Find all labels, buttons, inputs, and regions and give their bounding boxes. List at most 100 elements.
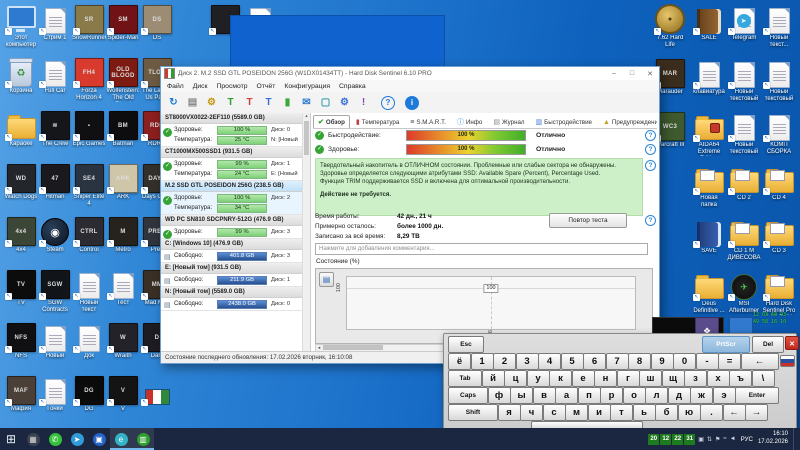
desktop-icon-новый-текстовый-[interactable]: ↖Новый текстовый ... [727,111,761,156]
tab-температура[interactable]: ▮Температура [351,115,404,128]
key-с[interactable]: с [543,404,566,421]
key-д[interactable]: д [668,387,691,404]
key-←[interactable]: ← [741,353,779,370]
menu-item-файл[interactable]: Файл [167,83,184,90]
info-icon[interactable]: i [405,96,419,110]
desktop-icon-v[interactable]: V↖V [106,375,140,413]
key-.[interactable]: . [700,404,723,421]
help-icon[interactable]: ? [381,96,395,110]
battery-icon[interactable]: ▮ [280,95,295,110]
key-ц[interactable]: ц [504,370,527,387]
desktop-icon-wolfenstein-the-old-blood[interactable]: OLD BLOOD↖Wolfenstein: The Old Blood [106,57,140,102]
key-9[interactable]: 9 [651,353,674,370]
refresh-icon[interactable]: ↻ [166,95,181,110]
desktop-icon-cd-1-м-дивесова[interactable]: ↖CD 1 М ДИВЕСОВА [727,217,761,262]
key-и[interactable]: и [588,404,611,421]
key-=[interactable]: = [718,353,741,370]
maximize-button[interactable]: □ [626,70,638,78]
key-г[interactable]: г [617,370,640,387]
key-о[interactable]: о [623,387,646,404]
alert-icon[interactable]: ! [356,95,371,110]
gear-yellow-icon[interactable]: ⚙ [204,95,219,110]
key-а[interactable]: а [555,387,578,404]
desktop-icon-караоке[interactable]: ↖Караоке [4,110,38,148]
hds-app[interactable]: ▥ [132,428,154,450]
key-н[interactable]: н [594,370,617,387]
desktop-icon-aida64-extreme-edition[interactable]: ↖AIDA64 Extreme Edition [692,111,726,156]
menu-item-конфигурация[interactable]: Конфигурация [284,83,330,90]
tab-s-m-a-r-t-[interactable]: ≡S.M.A.R.T. [405,115,451,128]
key-т[interactable]: т [610,404,633,421]
desktop-icon-sniper-elite-4[interactable]: SE4↖Sniper Elite 4 [72,163,106,208]
desktop-icon-7-62-hard-life[interactable]: ●↖7.62 Hard Life [653,4,687,49]
minimize-button[interactable]: – [608,70,620,78]
help-icon[interactable]: ? [645,160,656,171]
key-enter[interactable]: Enter [735,387,779,404]
key-м[interactable]: м [565,404,588,421]
desktop-icon-ds[interactable]: DS↖DS [140,4,174,42]
key-ё[interactable]: ё [448,353,471,370]
desktop-icon-hitman[interactable]: 47↖Hitman [38,163,72,201]
desktop-icon-deus-definitive-[interactable]: ↖Deus Definitive ... [692,270,726,315]
desktop-icon-unnamed[interactable]: ↖ [140,375,174,406]
desktop-icon-новый-текст-[interactable]: ↖Новый текст... [762,4,796,49]
background-blue-window[interactable] [230,15,445,67]
photos-app[interactable]: ▣ [88,428,110,450]
desktop-icon-тест[interactable]: ↖Тест [106,269,140,307]
key--[interactable]: - [696,353,719,370]
help-icon[interactable]: ? [645,130,656,141]
menu-item-просмотр[interactable]: Просмотр [217,83,248,90]
key-щ[interactable]: щ [662,370,685,387]
desktop-icon-wraith[interactable]: W↖Wraith [106,322,140,360]
desktop-icon-batman[interactable]: BM↖Batman [106,110,140,148]
desktop-icon-4x4[interactable]: 4x4↖4x4 [4,216,38,254]
key-\[interactable]: \ [752,370,775,387]
key-б[interactable]: б [655,404,678,421]
desktop-icon-новый-текстовый-[interactable]: ↖Новый текстовый ... [727,58,761,103]
help-icon[interactable]: ? [645,144,656,155]
key-tab[interactable]: Tab [448,370,482,387]
desktop-icon-cd-3[interactable]: ↖CD 3 [762,217,796,255]
tab-быстродействие[interactable]: ▥Быстродействие [531,115,597,128]
key-←[interactable]: ← [723,404,746,421]
comment-input[interactable]: Нажмите для добавления комментария... [315,243,648,255]
desktop-icon-nfs[interactable]: NFS↖NFS [4,322,38,360]
key-8[interactable]: 8 [628,353,651,370]
tray-icon[interactable]: ≈ [723,436,726,443]
desktop-icon-watch-dogs[interactable]: WD↖Watch Dogs [4,163,38,201]
key-з[interactable]: з [684,370,707,387]
start-button[interactable]: ⊞ [0,428,22,450]
desktop-icon-save[interactable]: ↖SAVE [692,217,726,255]
desktop-icon-the-crew[interactable]: ≋↖The Crew [38,110,72,148]
desktop-icon-epic-games[interactable]: ▪↖Epic Games [72,110,106,148]
key-х[interactable]: х [707,370,730,387]
disk-entry[interactable]: CT1000MX500SSD1 (931.5 GB)✓Здоровье:99 %… [161,147,310,181]
desktop-icon-steam[interactable]: ◉↖Steam [38,216,72,254]
key-prtscr[interactable]: PrtScr [702,336,750,353]
desktop-icon-ark[interactable]: ARK↖ARK [106,163,140,201]
settings-icon[interactable]: ⚙ [337,95,352,110]
retest-button[interactable]: Повтор теста [549,213,627,228]
desktop-icon-hard-disk-sentinel-pro-6-10-build[interactable]: ↖Hard Disk Sentinel Pro 6.10 Build [762,270,796,315]
tab-предупреждения[interactable]: ▲Предупреждения [598,115,657,128]
desktop-icon-док[interactable]: ↖Док [72,322,106,360]
key-ч[interactable]: ч [520,404,543,421]
desktop-icon-full-car[interactable]: ↖Full Car [38,57,72,95]
key-shift[interactable]: Shift [448,404,498,421]
key-esc[interactable]: Esc [448,336,484,353]
network-icon[interactable]: ▢ [318,95,333,110]
key-ы[interactable]: ы [510,387,533,404]
temp-red-icon[interactable]: Т [242,95,257,110]
tray-icon[interactable]: ◄ [730,436,736,443]
key-я[interactable]: я [498,404,521,421]
calculator-app[interactable]: ▦ [22,428,44,450]
desktop-icon-dg[interactable]: DG↖DG [72,375,106,413]
disk-entry[interactable]: M.2 SSD GTL POSEIDON 256G (238.5 GB)✓Здо… [161,181,310,215]
tab-журнал[interactable]: ▤Журнал [488,115,529,128]
language-flag-key[interactable] [780,355,795,367]
key-ж[interactable]: ж [690,387,713,404]
titlebar[interactable]: Диск 2. M.2 SSD GTL POSEIDON 256G (W1DX0… [161,67,659,81]
disk-entry[interactable]: E: [Новый том] (931.5 GB)▤Свободно:211.9… [161,263,310,287]
desktop-icon-новый[interactable]: ↖Новый [38,322,72,360]
menu-item-отчёт[interactable]: Отчёт [257,83,276,90]
